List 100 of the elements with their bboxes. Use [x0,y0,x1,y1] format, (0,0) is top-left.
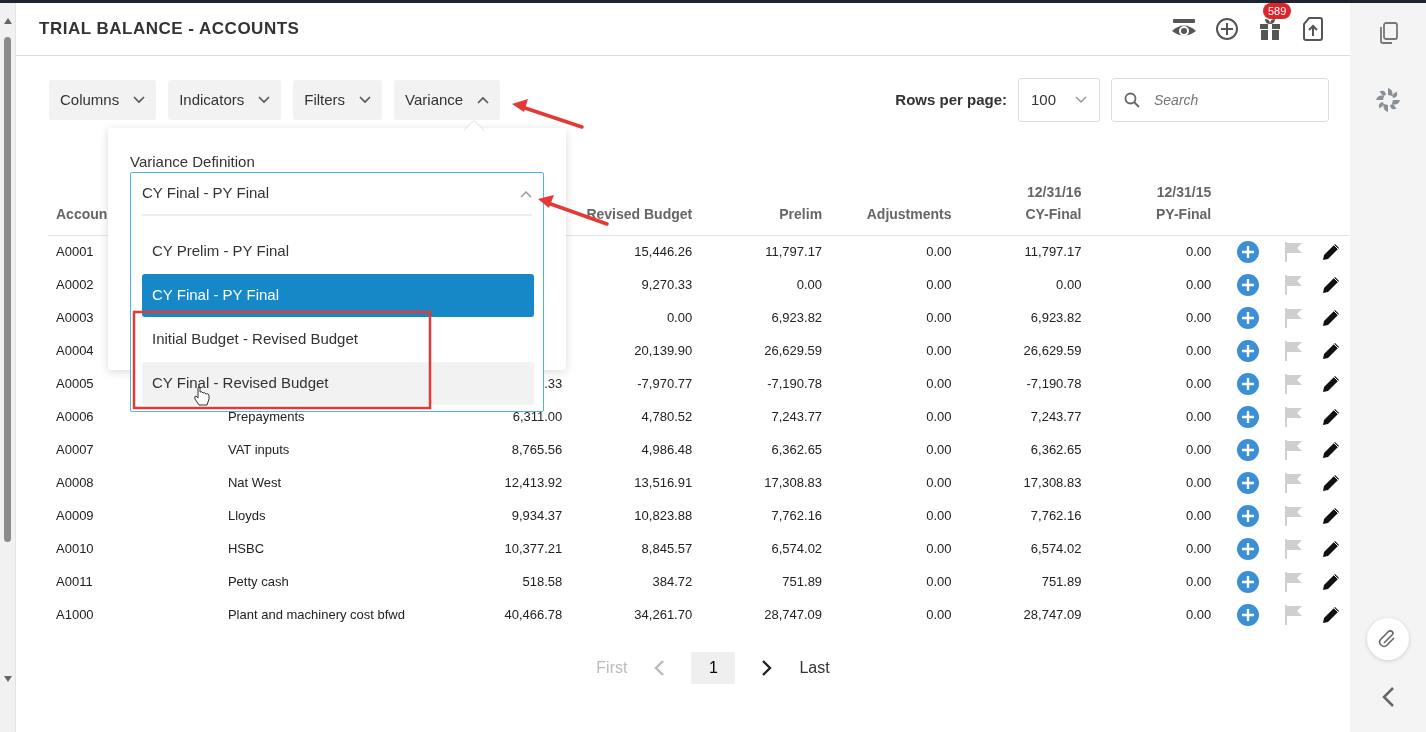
column-header: 12/31/15 PY-Final [1156,182,1212,224]
amount-cell: 0.00 [1185,375,1212,391]
amount-cell: 6,362.65 [1030,441,1082,457]
add-icon[interactable] [1235,503,1260,528]
account-code: A0010 [56,540,94,556]
account-name: Nat West [227,474,282,490]
amount-cell: 17,308.83 [1023,474,1082,490]
next-page-icon[interactable] [761,659,774,677]
amount-cell: 40,466.78 [504,606,563,622]
amount-cell: 0.00 [1185,507,1212,523]
collapse-caret-icon[interactable] [520,189,532,198]
dropdown-option[interactable]: CY Final - PY Final [142,274,534,317]
amount-cell: 8,765.56 [511,441,563,457]
paperclip-icon[interactable] [1378,628,1398,649]
last-page-link[interactable]: Last [799,656,830,680]
add-icon[interactable] [1235,239,1260,264]
rows-per-page-label: Rows per page: [895,89,1007,110]
chevron-down-icon [258,96,271,104]
add-icon[interactable] [1235,404,1260,429]
account-name: VAT inputs [227,441,290,457]
add-icon[interactable] [1235,371,1260,396]
rows-per-page-select[interactable]: 100 [1018,78,1100,122]
amount-cell: 6,574.02 [1030,540,1082,556]
amount-cell: 518.58 [522,573,563,589]
add-icon[interactable] [1235,470,1260,495]
collapse-icon[interactable] [1381,685,1395,708]
attachment-button[interactable] [1367,617,1409,660]
amount-cell: 0.00 [666,309,693,325]
column-header: Accoun [56,204,108,224]
amount-cell: 0.00 [1056,276,1082,292]
amount-cell: 20,139.90 [634,342,693,358]
column-header: Prelim [779,204,823,224]
menu-dropdown-button[interactable]: Variance [394,80,501,120]
amount-cell: 4,780.52 [641,408,693,424]
add-icon[interactable] [1235,536,1260,561]
add-icon[interactable] [1235,569,1260,594]
amount-cell: 7,243.77 [1030,408,1082,424]
account-code: A0004 [56,342,94,358]
amount-cell: 11,797.17 [1024,244,1082,259]
amount-cell: .33 [544,375,563,391]
amount-cell: 751.89 [1041,573,1082,589]
hand-cursor-icon [194,386,210,406]
menu-dropdown-button[interactable]: Filters [293,80,383,120]
amount-cell: 0.00 [926,606,952,622]
amount-cell: 26,629.59 [764,342,823,358]
amount-cell: 384.72 [652,573,693,589]
scroll-up-arrow-icon[interactable] [3,17,13,25]
amount-cell: 6,574.02 [771,540,823,556]
column-header: Revised Budget [586,204,693,224]
swirl-logo-icon[interactable] [1375,87,1401,113]
amount-cell: 0.00 [926,375,952,391]
amount-cell: 7,243.77 [771,408,823,424]
add-icon[interactable] [1235,338,1260,363]
account-code: A0002 [56,276,94,292]
selected-value: CY Final - PY Final [142,183,269,204]
amount-cell: 0.00 [926,507,952,523]
column-header: Adjustments [866,204,952,224]
amount-cell: 7,762.16 [1030,507,1082,523]
account-name: Lloyds [227,507,266,523]
page-number-button[interactable]: 1 [691,652,736,684]
amount-cell: 28,747.09 [1023,606,1082,622]
amount-cell: 0.00 [1185,276,1212,292]
chevron-down-icon [1075,96,1087,104]
chevron-up-icon [477,96,490,104]
amount-cell: 9,934.37 [511,507,563,523]
amount-cell: 7,762.16 [771,507,823,523]
amount-cell: 9,270.33 [641,276,693,292]
amount-cell: 13,516.91 [634,474,693,490]
scroll-down-arrow-icon[interactable] [3,675,13,683]
account-code: A1000 [56,606,94,622]
add-icon[interactable] [1235,272,1260,297]
amount-cell: 34,261.70 [634,606,693,622]
scrollbar-thumb[interactable] [4,37,11,542]
variance-listbox[interactable]: CY Final - PY Final CY Prelim - PY Final CY Final - PY Final Initial Budget - Revised Budget CY Final - Revised Budget [130,172,544,412]
copy-icon[interactable] [1377,21,1399,45]
dropdown-option[interactable]: CY Final - Revised Budget [142,362,534,405]
amount-cell: 0.00 [1185,474,1212,490]
amount-cell: 0.00 [1185,441,1212,457]
amount-cell: -7,970.77 [637,375,693,391]
amount-cell: 6,923.82 [1030,309,1082,325]
page-title: TRIAL BALANCE - ACCOUNTS [39,18,300,41]
account-code: A0007 [56,441,94,457]
amount-cell: 17,308.83 [764,474,823,490]
search-field[interactable]: Search [1111,78,1329,122]
menu-dropdown-button[interactable]: Columns [49,80,157,120]
add-icon[interactable] [1235,437,1260,462]
amount-cell: -7,190.78 [767,375,823,391]
add-icon[interactable] [1235,602,1260,627]
amount-cell: 12,413.92 [504,474,563,490]
account-code: A0003 [56,309,94,325]
account-code: A0011 [56,573,93,589]
amount-cell: 0.00 [926,408,952,424]
account-name: Plant and machinery cost bfwd [227,606,405,622]
account-code: A0001 [56,244,94,259]
amount-cell: 0.00 [926,276,952,292]
amount-cell: -7,190.78 [1026,375,1082,391]
add-icon[interactable] [1235,305,1260,330]
amount-cell: 0.00 [1185,573,1212,589]
annotation-arrow [512,99,584,129]
menu-dropdown-button[interactable]: Indicators [168,80,282,120]
